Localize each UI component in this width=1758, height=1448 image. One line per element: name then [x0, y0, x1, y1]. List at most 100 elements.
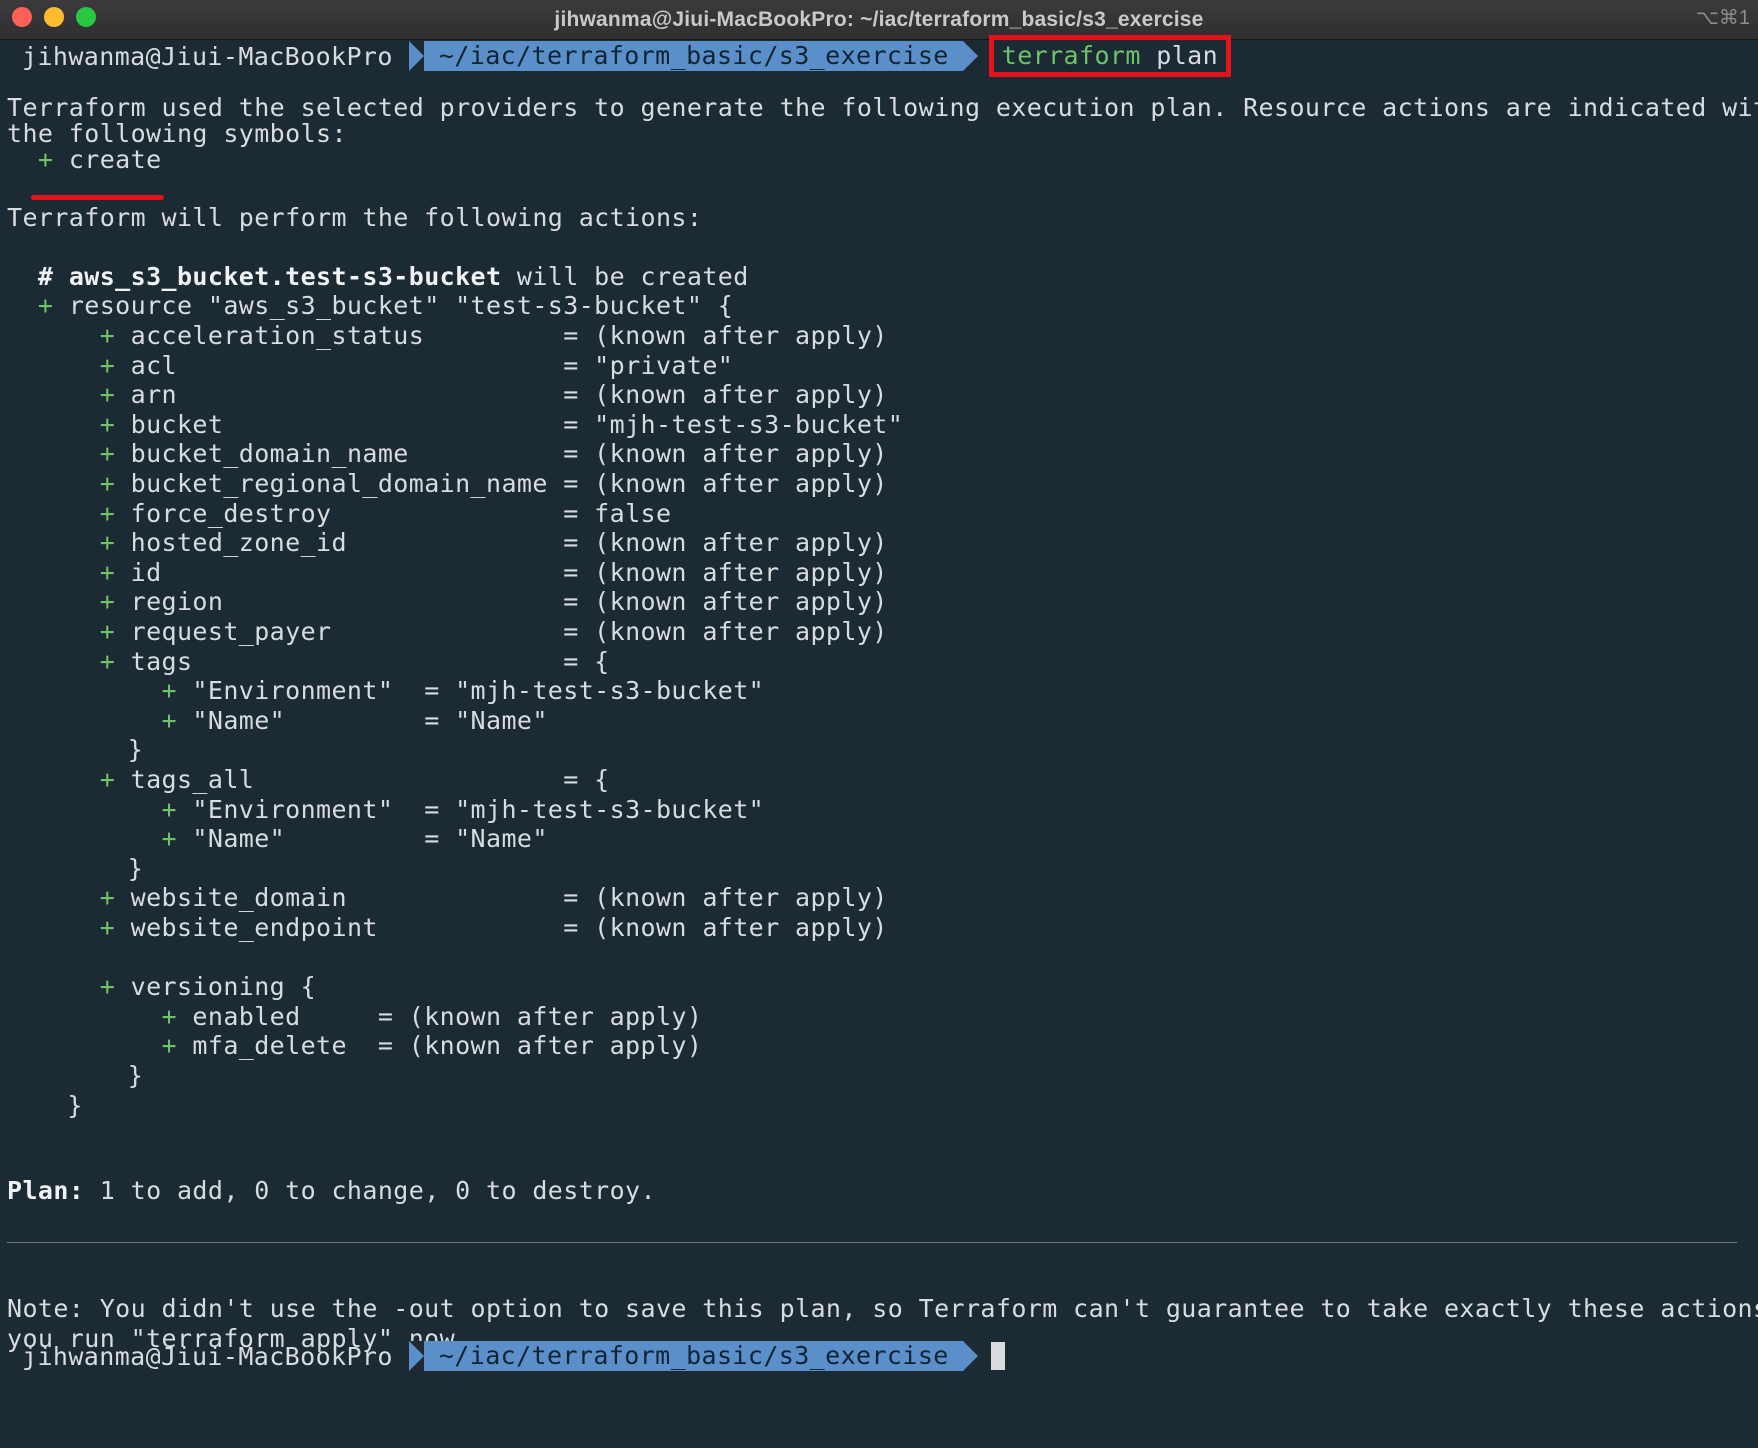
- plus-symbol: +: [7, 528, 131, 558]
- attribute-row: + tags_all = {: [7, 765, 610, 794]
- resource-address: aws_s3_bucket.test-s3-bucket: [68, 262, 502, 291]
- attribute-value: = (known after apply): [563, 439, 888, 469]
- terminal-output[interactable]: jihwanma@Jiui-MacBookPro ~/iac/terraform…: [0, 35, 1758, 1448]
- plus-symbol: +: [7, 1031, 193, 1061]
- attribute-row: + bucket_domain_name = (known after appl…: [7, 439, 888, 468]
- attribute-value: = "Name": [408, 824, 548, 854]
- attribute-name: website_domain: [130, 883, 548, 913]
- plus-symbol: +: [7, 557, 131, 587]
- perform-line: Terraform will perform the following act…: [7, 203, 703, 232]
- tag-row: + "Environment" = "mjh-test-s3-bucket": [7, 676, 764, 705]
- plus-symbol: +: [7, 676, 193, 706]
- versioning-row: + enabled = (known after apply): [7, 1002, 702, 1031]
- plan-summary: Plan: 1 to add, 0 to change, 0 to destro…: [7, 1176, 656, 1205]
- attribute-value: = (known after apply): [563, 913, 888, 942]
- comment-hash: #: [7, 262, 69, 291]
- attribute-row: + id = (known after apply): [7, 558, 888, 587]
- plus-symbol: +: [7, 913, 131, 942]
- attribute-name: acceleration_status: [130, 321, 548, 350]
- attribute-row: + region = (known after apply): [7, 587, 888, 616]
- plus-symbol: +: [7, 587, 131, 617]
- attribute-name: "Environment": [192, 794, 394, 824]
- title-bar: jihwanma@Jiui-MacBookPro: ~/iac/terrafor…: [0, 0, 1758, 40]
- prompt-path: ~/iac/terraform_basic/s3_exercise: [408, 41, 978, 71]
- command-arg: plan: [1140, 41, 1219, 70]
- plus-symbol: +: [7, 469, 131, 498]
- tag-row: + "Name" = "Name": [7, 706, 548, 735]
- resource-declaration: + resource "aws_s3_bucket" "test-s3-buck…: [7, 291, 733, 320]
- attribute-value: = {: [563, 646, 610, 676]
- plan-label: Plan:: [7, 1176, 85, 1205]
- plus-symbol: +: [7, 646, 131, 676]
- minimize-button[interactable]: [44, 7, 64, 27]
- plus-symbol: +: [7, 291, 69, 320]
- zoom-button[interactable]: [76, 7, 96, 27]
- window-shortcut: ⌥⌘1: [1695, 7, 1750, 29]
- attribute-value: = (known after apply): [563, 557, 888, 587]
- create-underline: [31, 195, 164, 200]
- attribute-row: + website_endpoint = (known after apply): [7, 913, 888, 942]
- attribute-name: id: [130, 557, 548, 587]
- attribute-row: + arn = (known after apply): [7, 380, 888, 409]
- tag-row: + "Environment" = "mjh-test-s3-bucket": [7, 795, 764, 824]
- plus-symbol: +: [7, 883, 131, 913]
- plus-symbol: +: [7, 972, 131, 1002]
- attribute-name: acl: [130, 350, 548, 380]
- symbol-create-line: + create: [7, 145, 162, 174]
- attribute-name: hosted_zone_id: [130, 528, 548, 558]
- attribute-value: = (known after apply): [563, 587, 888, 617]
- note-line-1: Note: You didn't use the -out option to …: [7, 1294, 1758, 1323]
- text-cursor: [990, 1342, 1005, 1370]
- plus-symbol: +: [7, 765, 131, 794]
- attribute-name: bucket_domain_name: [130, 439, 548, 469]
- resource-close-brace: }: [67, 1090, 83, 1120]
- plus-symbol: +: [7, 705, 193, 735]
- plus-symbol: +: [7, 617, 131, 646]
- attribute-name: website_endpoint: [130, 913, 548, 942]
- versioning-row: + mfa_delete = (known after apply): [7, 1031, 702, 1060]
- prompt-line: jihwanma@Jiui-MacBookPro ~/iac/terraform…: [0, 35, 1232, 77]
- attribute-value: = (known after apply): [563, 528, 888, 558]
- attribute-row: + bucket = "mjh-test-s3-bucket": [7, 410, 903, 439]
- attribute-value: = "Name": [408, 705, 548, 735]
- attribute-row: + request_payer = (known after apply): [7, 617, 888, 646]
- attribute-name: request_payer: [130, 617, 548, 646]
- comment-rest: will be created: [501, 262, 749, 291]
- attribute-value: = "private": [563, 350, 734, 380]
- prompt-path: ~/iac/terraform_basic/s3_exercise: [408, 1341, 978, 1371]
- attribute-value: = (known after apply): [563, 321, 888, 350]
- close-button[interactable]: [12, 7, 32, 27]
- attribute-value: = (known after apply): [362, 1001, 703, 1031]
- create-label: create: [68, 145, 162, 174]
- intro-line-1: Terraform used the selected providers to…: [7, 93, 1758, 122]
- attribute-name: mfa_delete: [192, 1031, 347, 1061]
- prompt-line-final: jihwanma@Jiui-MacBookPro ~/iac/terraform…: [0, 1339, 1005, 1373]
- plus-symbol: +: [7, 1001, 193, 1031]
- attribute-row: + tags = {: [7, 647, 610, 676]
- attribute-name: arn: [130, 380, 548, 410]
- intro-line-2: the following symbols:: [7, 119, 347, 148]
- attribute-name: tags_all: [130, 765, 548, 794]
- plus-symbol: +: [7, 145, 69, 174]
- command-keyword: terraform: [1001, 41, 1141, 70]
- tags-close-brace: }: [127, 735, 144, 765]
- window-title: jihwanma@Jiui-MacBookPro: ~/iac/terrafor…: [554, 7, 1204, 31]
- versioning-close-brace: }: [127, 1061, 144, 1090]
- attribute-value: = {: [563, 765, 610, 794]
- attribute-row: + website_domain = (known after apply): [7, 883, 888, 912]
- attribute-name: bucket: [130, 409, 548, 439]
- plus-symbol: +: [7, 498, 131, 528]
- plus-symbol: +: [7, 409, 131, 439]
- attribute-name: "Environment": [192, 676, 394, 706]
- attribute-value: = (known after apply): [362, 1031, 703, 1061]
- attribute-value: = (known after apply): [563, 617, 888, 646]
- tags-all-close-brace: }: [127, 853, 144, 883]
- attribute-name: enabled: [192, 1001, 347, 1031]
- plus-symbol: +: [7, 794, 193, 824]
- plus-symbol: +: [7, 824, 193, 854]
- attribute-name: "Name": [192, 824, 394, 854]
- attribute-row: + hosted_zone_id = (known after apply): [7, 528, 888, 557]
- attribute-row: + force_destroy = false: [7, 499, 671, 528]
- plus-symbol: +: [7, 380, 131, 410]
- prompt-user: jihwanma@Jiui-MacBookPro: [22, 41, 393, 71]
